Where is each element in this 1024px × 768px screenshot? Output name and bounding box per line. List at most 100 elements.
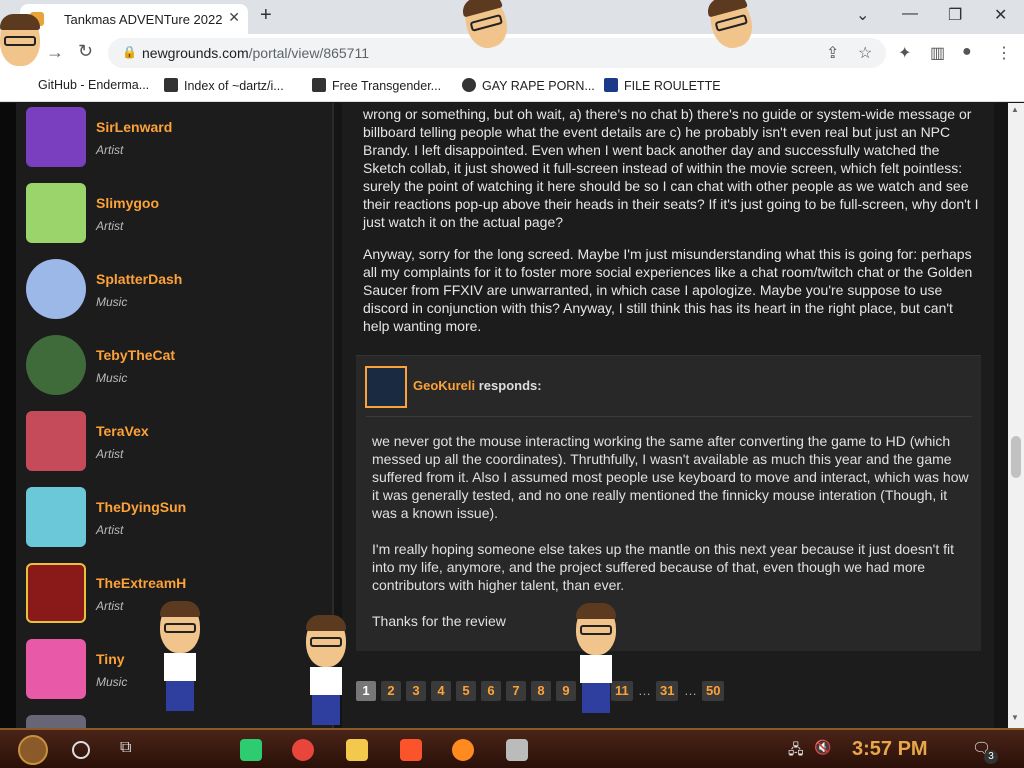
sprite-glasses xyxy=(164,623,196,633)
divider xyxy=(366,416,972,417)
sprite-shirt xyxy=(310,667,342,695)
page-button[interactable]: 5 xyxy=(456,681,476,701)
page-button[interactable]: 3 xyxy=(406,681,426,701)
member-name[interactable]: TheDyingSun xyxy=(96,499,186,515)
network-icon[interactable]: 🖧 xyxy=(788,739,810,761)
member-role: Artist xyxy=(96,219,124,233)
bookmark-favicon-icon xyxy=(164,78,178,92)
member-item[interactable]: TheDyingSun Artist xyxy=(26,487,326,559)
member-item[interactable]: SplatterDash Music xyxy=(26,259,326,331)
share-icon[interactable]: ⇪ xyxy=(826,43,839,63)
avatar[interactable] xyxy=(26,563,86,623)
taskbar: ⧉ 🖧 🔇 3:57 PM 🗨 3 xyxy=(0,728,1024,768)
minimize-icon[interactable]: — xyxy=(902,5,918,23)
bookmark-label: FILE ROULETTE xyxy=(624,79,721,93)
sprite-hair xyxy=(160,601,200,617)
task-view-icon[interactable]: ⧉ xyxy=(120,739,142,761)
member-item[interactable]: TeraVex Artist xyxy=(26,411,326,483)
member-item[interactable]: Slimygoo Artist xyxy=(26,183,326,255)
responder-name[interactable]: GeoKureli xyxy=(413,378,475,393)
member-item-partial[interactable] xyxy=(26,715,326,728)
member-name[interactable]: Tiny xyxy=(96,651,125,667)
member-item[interactable]: SirLenward Artist xyxy=(26,107,326,179)
member-name[interactable]: SplatterDash xyxy=(96,271,182,287)
page-button[interactable]: 8 xyxy=(531,681,551,701)
page-button[interactable]: 50 xyxy=(702,681,725,701)
bookmark-item[interactable]: GAY RAPE PORN... xyxy=(462,78,595,93)
brave-icon[interactable] xyxy=(400,739,422,761)
member-role: Music xyxy=(96,295,128,309)
responder-avatar[interactable] xyxy=(365,366,407,408)
bookmark-item[interactable]: Free Transgender... xyxy=(312,78,441,93)
lock-icon[interactable]: 🔒 xyxy=(122,45,137,59)
extensions-icon[interactable]: ✦ xyxy=(898,43,911,63)
taskbar-clock[interactable]: 3:57 PM xyxy=(852,738,928,761)
bookmark-item[interactable]: Index of ~dartz/i... xyxy=(164,78,284,93)
sprite-glasses xyxy=(310,637,342,647)
bookmark-star-icon[interactable]: ☆ xyxy=(858,43,872,63)
chrome-icon[interactable] xyxy=(292,739,314,761)
scroll-down-icon[interactable]: ▼ xyxy=(1011,713,1019,722)
response-paragraph: I'm really hoping someone else takes up … xyxy=(372,541,955,593)
avatar[interactable] xyxy=(26,259,86,319)
close-window-icon[interactable]: ✕ xyxy=(994,5,1007,25)
page-button[interactable]: 6 xyxy=(481,681,501,701)
page-button[interactable]: 7 xyxy=(506,681,526,701)
avatar[interactable] xyxy=(26,715,86,728)
url-host: newgrounds.com xyxy=(142,45,249,61)
new-tab-button[interactable]: + xyxy=(260,4,272,27)
start-button-icon[interactable] xyxy=(18,735,48,765)
menu-icon[interactable]: ⋮ xyxy=(996,43,1012,63)
page-content: SirLenward Artist Slimygoo Artist Splatt… xyxy=(0,103,1024,728)
restore-icon[interactable]: ❐ xyxy=(948,5,962,25)
member-name[interactable]: TeraVex xyxy=(96,423,149,439)
avatar[interactable] xyxy=(26,411,86,471)
side-panel-icon[interactable]: ▥ xyxy=(930,43,945,63)
member-item[interactable]: TebyTheCat Music xyxy=(26,335,326,407)
cortana-icon[interactable] xyxy=(72,741,90,759)
avatar[interactable] xyxy=(26,639,86,699)
tab-search-icon[interactable]: ⌄ xyxy=(856,5,869,25)
response-paragraph: we never got the mouse interacting worki… xyxy=(372,433,969,521)
notes-app-icon[interactable] xyxy=(240,739,262,761)
member-name[interactable]: SirLenward xyxy=(96,119,172,135)
avatar[interactable] xyxy=(26,183,86,243)
file-explorer-icon[interactable] xyxy=(346,739,368,761)
volume-muted-icon[interactable]: 🔇 xyxy=(814,739,836,761)
sprite-glasses xyxy=(4,36,36,46)
scroll-up-icon[interactable]: ▲ xyxy=(1011,105,1019,114)
avatar[interactable] xyxy=(26,335,86,395)
review-body: wrong or something, but oh wait, a) ther… xyxy=(363,105,981,349)
firefox-icon[interactable] xyxy=(452,739,474,761)
page-button[interactable]: 9 xyxy=(556,681,576,701)
profile-icon[interactable]: ● xyxy=(962,43,972,61)
page-scrollbar[interactable]: ▲ ▼ xyxy=(1008,103,1024,728)
sprite-jeans xyxy=(312,695,340,725)
avatar[interactable] xyxy=(26,107,86,167)
page-button-current[interactable]: 1 xyxy=(356,681,376,701)
page-button[interactable]: 31 xyxy=(656,681,679,701)
bookmark-item[interactable]: FILE ROULETTE xyxy=(604,78,721,93)
review-paragraph: Anyway, sorry for the long screed. Maybe… xyxy=(363,246,973,334)
url-text[interactable]: newgrounds.com/portal/view/865711 xyxy=(142,45,369,61)
sprite-shirt xyxy=(580,655,612,683)
avatar[interactable] xyxy=(26,487,86,547)
member-name[interactable]: Slimygoo xyxy=(96,195,159,211)
bookmark-item[interactable]: GitHub - Enderma... xyxy=(38,78,149,92)
review-column: wrong or something, but oh wait, a) ther… xyxy=(342,103,994,728)
page-button[interactable]: 4 xyxy=(431,681,451,701)
sprite-shirt xyxy=(164,653,196,681)
page-button[interactable]: 11 xyxy=(611,681,633,701)
member-role: Artist xyxy=(96,447,124,461)
member-name[interactable]: TheExtreamH xyxy=(96,575,186,591)
tab-close-icon[interactable]: ✕ xyxy=(228,9,240,26)
forward-icon[interactable]: → xyxy=(46,42,64,63)
active-tab[interactable]: Tankmas ADVENTure 2022 ✕ xyxy=(20,4,248,34)
member-name[interactable]: TebyTheCat xyxy=(96,347,175,363)
page-button[interactable]: 2 xyxy=(381,681,401,701)
scrollbar-thumb[interactable] xyxy=(1011,436,1021,478)
reload-icon[interactable]: ↻ xyxy=(78,41,93,62)
app-icon[interactable] xyxy=(506,739,528,761)
notification-count-badge: 3 xyxy=(984,750,998,764)
pagination: 1 2 3 4 5 6 7 8 9 11 … 31 … 50 xyxy=(356,681,981,705)
